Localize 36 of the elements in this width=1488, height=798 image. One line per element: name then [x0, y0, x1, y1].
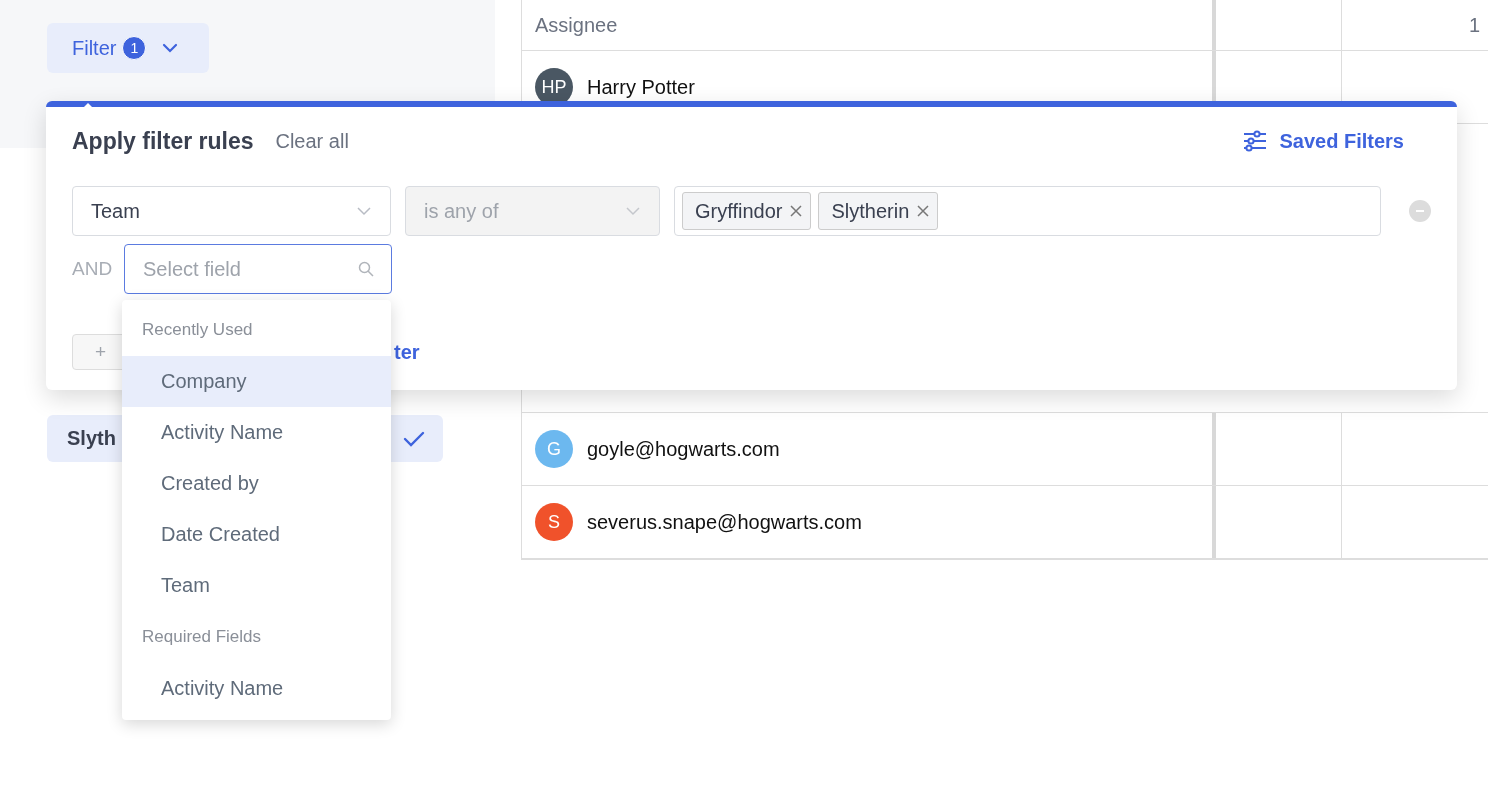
dropdown-item[interactable]: Activity Name [122, 663, 391, 714]
close-icon[interactable] [917, 205, 930, 217]
popover-title: Apply filter rules [72, 127, 254, 155]
sliders-icon [1243, 130, 1268, 152]
field-select[interactable]: Team [72, 186, 391, 236]
chevron-down-icon [356, 206, 372, 216]
search-icon [358, 261, 374, 277]
avatar: G [535, 430, 573, 468]
value-tag: Gryffindor [682, 192, 812, 230]
assignee-name: goyle@hogwarts.com [587, 437, 780, 461]
close-icon[interactable] [790, 205, 803, 217]
group-header: Required Fields [141, 626, 263, 648]
conjunction-label: AND [72, 258, 114, 280]
value-tag: Slytherin [818, 192, 939, 230]
group-header: Recently Used [141, 319, 254, 341]
dropdown-item[interactable]: Activity Name [122, 407, 391, 458]
clear-all-button[interactable]: Clear all [275, 129, 349, 153]
avatar: S [535, 503, 573, 541]
add-filter-link[interactable]: ter [394, 340, 420, 364]
saved-filters-button[interactable]: Saved Filters [1243, 129, 1404, 153]
field-search-input[interactable]: Select field [124, 244, 392, 294]
dropdown-item[interactable]: Company [122, 356, 391, 407]
assignee-name: Harry Potter [587, 75, 695, 99]
chevron-down-icon [625, 206, 641, 216]
filter-button[interactable]: Filter 1 [47, 23, 209, 73]
chevron-down-icon [162, 43, 179, 53]
assignee-name: severus.snape@hogwarts.com [587, 510, 862, 534]
values-field[interactable]: Gryffindor Slytherin [674, 186, 1381, 236]
column-header: Assignee [535, 13, 618, 37]
dropdown-item[interactable]: Date Created [122, 509, 391, 560]
dropdown-item[interactable]: Created by [122, 458, 391, 509]
count-badge: 1 [122, 36, 147, 60]
filter-label: Filter [72, 36, 117, 60]
dropdown-item[interactable]: Team [122, 560, 391, 611]
column-header: 1 [1468, 13, 1480, 37]
check-icon [403, 430, 425, 447]
